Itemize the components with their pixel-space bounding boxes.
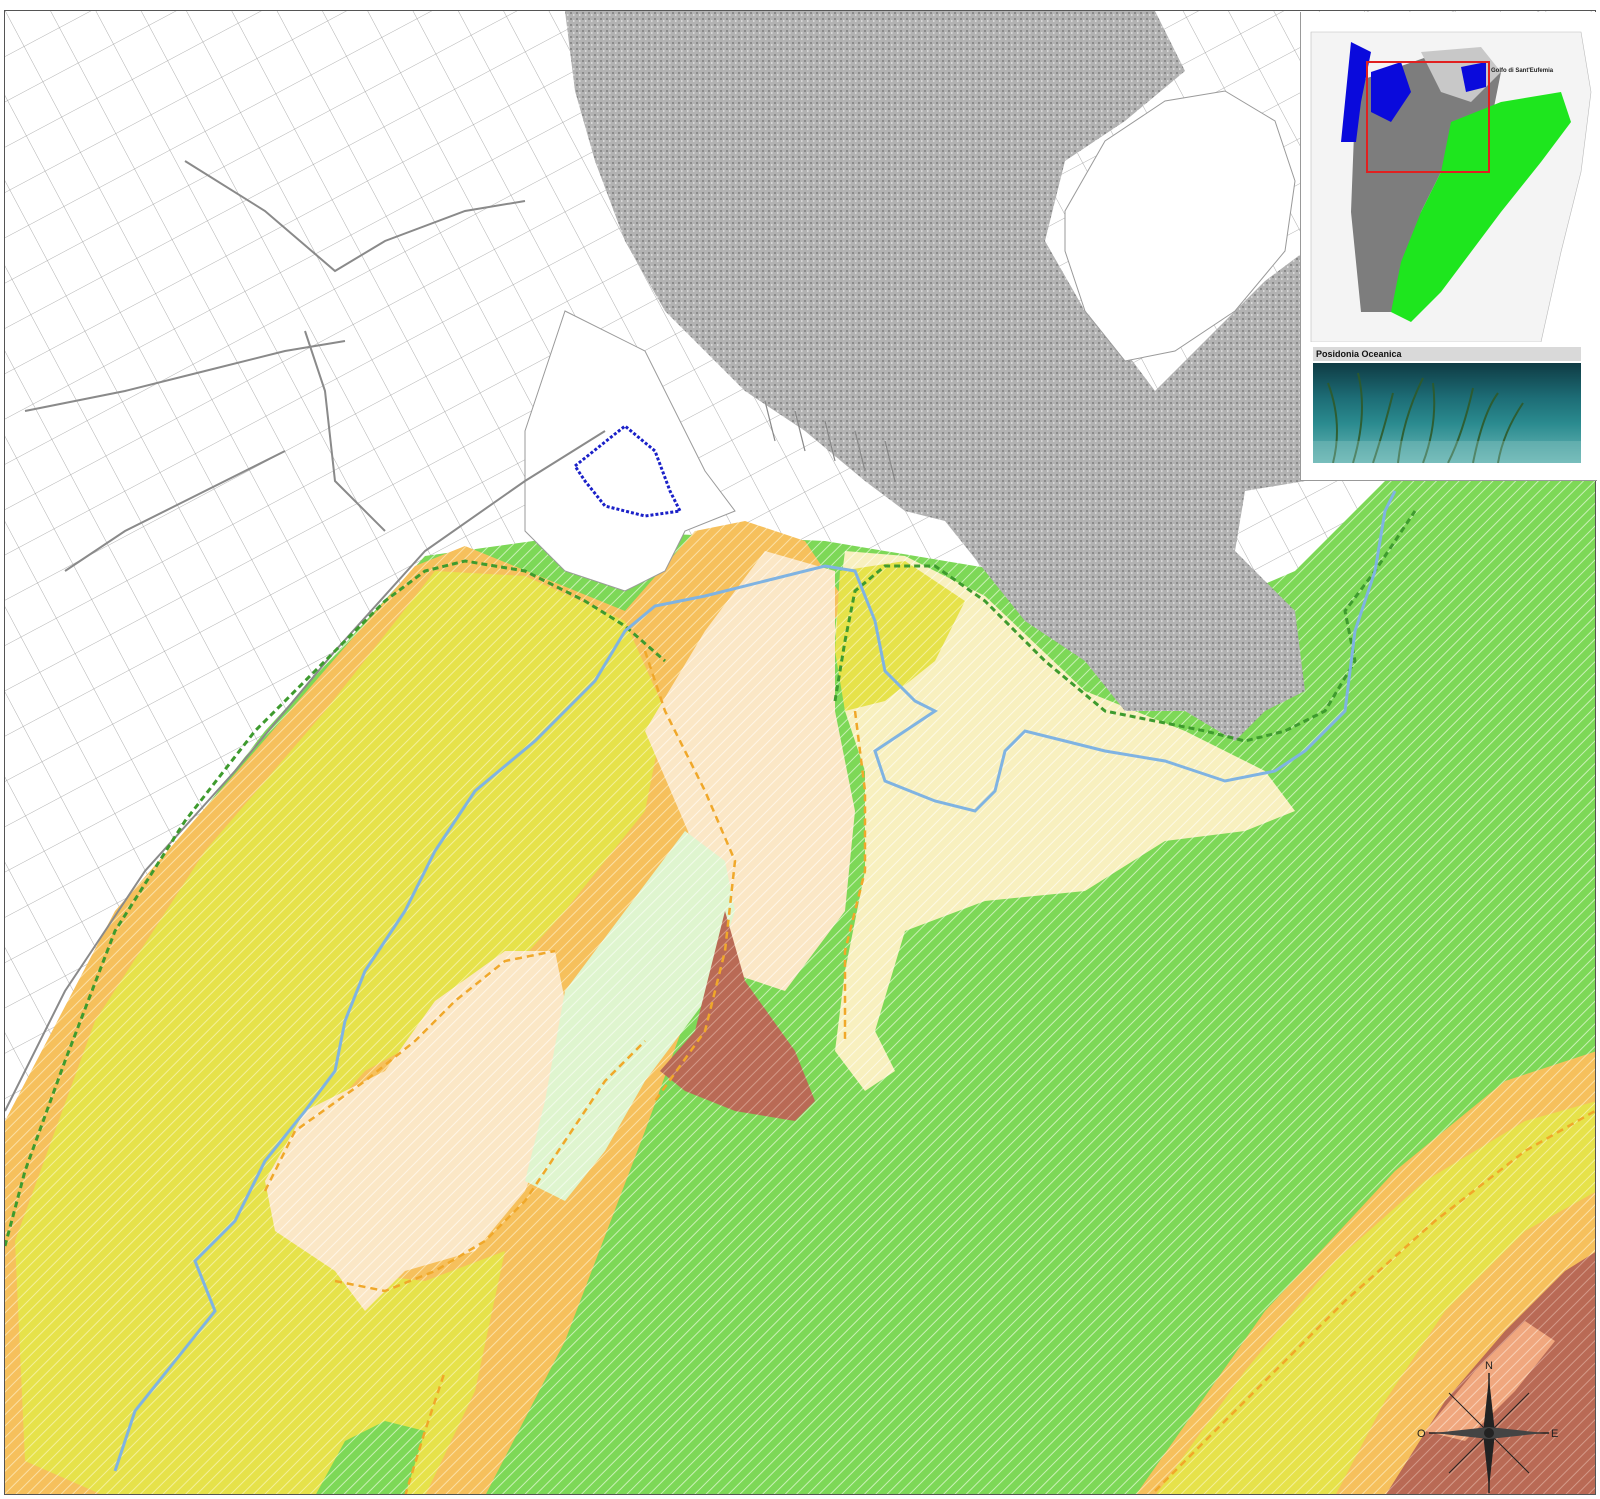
inset-photo-caption: Posidonia Oceanica	[1313, 347, 1581, 361]
inset-locator-panel: Golfo di Sant'Eufemia Posidonia Oceanica	[1300, 12, 1597, 481]
compass-east-label: E	[1551, 1428, 1558, 1440]
inset-locator-map	[1301, 12, 1597, 343]
inset-locator-label: Golfo di Sant'Eufemia	[1491, 68, 1554, 74]
posidonia-photo	[1313, 363, 1581, 463]
compass-north-label: N	[1485, 1360, 1493, 1372]
compass-west-label: O	[1417, 1428, 1426, 1440]
